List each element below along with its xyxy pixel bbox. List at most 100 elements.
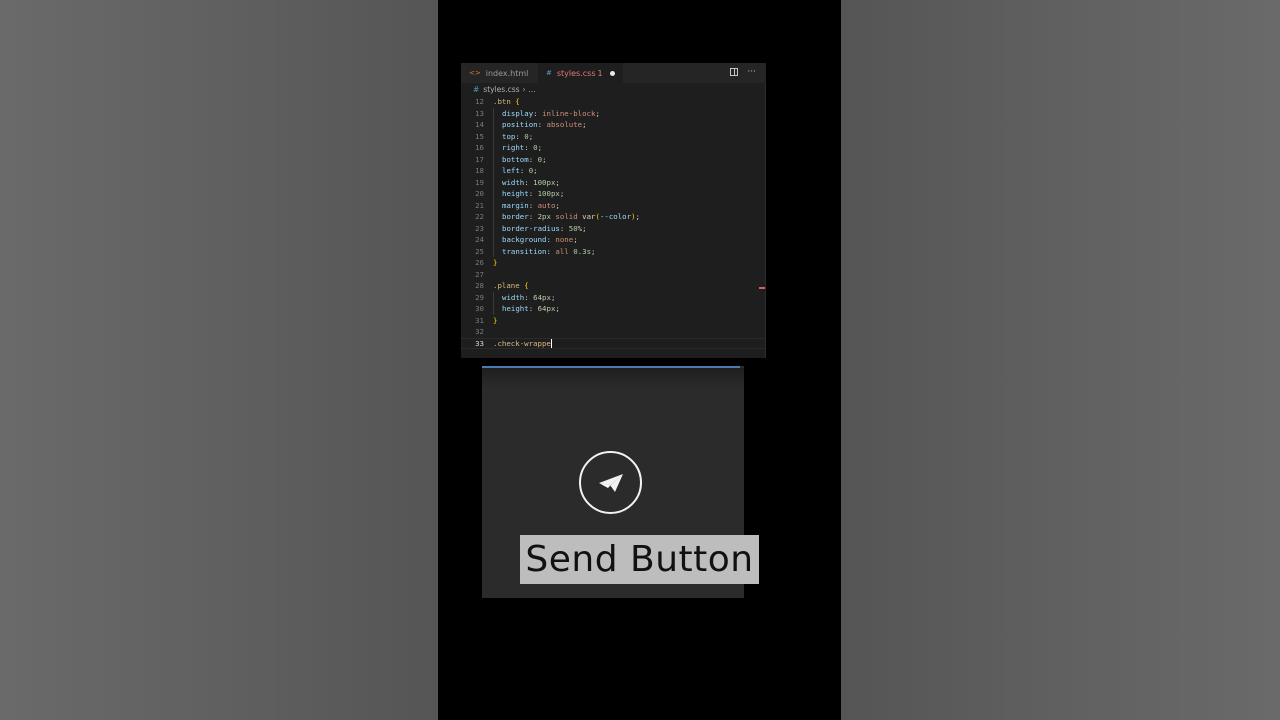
css-value: absolute: [546, 120, 583, 129]
css-variable: --color: [599, 212, 632, 221]
code-line: 17 bottom: 0;: [461, 153, 766, 165]
code-line: 12 .btn {: [461, 96, 766, 108]
video-frame: <> index.html # styles.css 1 ··· # style…: [438, 0, 841, 720]
caption-text: Send Button: [525, 539, 754, 580]
code-line: 13 display: inline-block;: [461, 107, 766, 119]
css-function: var: [582, 212, 596, 221]
line-number: 29: [475, 292, 484, 302]
css-value: solid: [555, 212, 578, 221]
code-line: 23 border-radius: 50%;: [461, 222, 766, 234]
code-area[interactable]: 12 .btn { 13 display: inline-block; 14 posi…: [461, 96, 766, 349]
css-value: 50%: [568, 223, 583, 233]
line-number: 19: [475, 177, 484, 187]
line-number: 21: [475, 200, 484, 210]
code-line: 25 transition: all 0.3s;: [461, 245, 766, 257]
css-selector: .check-wrappe: [493, 338, 551, 348]
tab-index-html[interactable]: <> index.html: [461, 63, 538, 83]
code-line: 16 right: 0;: [461, 142, 766, 154]
line-number: 22: [475, 212, 484, 221]
line-number: 27: [475, 269, 484, 279]
css-value: none: [555, 235, 574, 244]
blurred-background-left: [0, 0, 438, 720]
css-property: top: [502, 131, 516, 141]
line-number: 28: [475, 281, 484, 290]
css-selector: .plane: [493, 281, 520, 290]
css-property: width: [502, 292, 525, 302]
code-line: 28 .plane {: [461, 280, 766, 292]
open-brace: {: [524, 281, 529, 290]
css-property: display: [502, 108, 534, 118]
breadcrumb-file[interactable]: styles.css: [483, 85, 519, 94]
line-number: 26: [475, 258, 484, 267]
css-property: width: [502, 177, 525, 187]
line-number: 20: [475, 189, 484, 198]
css-file-icon: #: [546, 69, 552, 77]
css-property: position: [502, 120, 538, 129]
css-property: height: [502, 304, 529, 313]
css-file-icon: #: [473, 85, 480, 94]
line-number: 30: [475, 304, 484, 313]
breadcrumb: # styles.css › ...: [461, 83, 766, 96]
code-line: 26}: [461, 257, 766, 269]
code-line: 20 height: 100px;: [461, 188, 766, 200]
editor-tab-bar: <> index.html # styles.css 1 ···: [461, 63, 766, 83]
css-property: left: [502, 166, 520, 175]
html-file-icon: <>: [469, 69, 481, 77]
more-actions-icon[interactable]: ···: [747, 67, 756, 77]
code-line: 21 margin: auto;: [461, 199, 766, 211]
line-number: 32: [475, 327, 484, 336]
css-value: 64px: [537, 304, 556, 313]
breadcrumb-more[interactable]: ...: [529, 85, 536, 94]
css-property: right: [502, 143, 525, 152]
css-value: all: [555, 246, 569, 256]
code-editor: <> index.html # styles.css 1 ··· # style…: [461, 63, 766, 358]
css-value: 64px: [533, 292, 551, 302]
line-number: 16: [475, 143, 484, 152]
code-line: 32: [461, 326, 766, 338]
line-number: 12: [475, 97, 484, 106]
line-number: 25: [475, 246, 484, 256]
tab-styles-css[interactable]: # styles.css 1: [538, 63, 623, 83]
current-code-line[interactable]: 33 .check-wrappe: [461, 337, 766, 349]
line-number: 23: [475, 223, 484, 233]
css-value: inline-block: [542, 108, 596, 118]
preview-shadow: [482, 368, 744, 388]
css-value: 2px: [537, 212, 551, 221]
line-number: 18: [475, 166, 484, 175]
css-value: 0.3s: [573, 246, 592, 256]
line-number: 24: [475, 235, 484, 244]
css-property: bottom: [502, 154, 529, 164]
close-brace: }: [493, 315, 498, 325]
split-editor-icon[interactable]: [730, 68, 739, 76]
line-number: 15: [475, 131, 484, 141]
css-selector: .btn: [493, 97, 511, 106]
tab-label: styles.css: [556, 68, 596, 78]
video-caption: Send Button: [520, 535, 759, 584]
css-property: border-radius: [502, 223, 560, 233]
send-button[interactable]: [579, 451, 642, 514]
code-line: 18 left: 0;: [461, 165, 766, 177]
line-number: 31: [475, 315, 484, 325]
css-property: transition: [502, 246, 547, 256]
css-value: 0: [533, 143, 538, 152]
tab-label: index.html: [485, 68, 529, 78]
css-property: border: [502, 212, 529, 221]
code-line: 14 position: absolute;: [461, 119, 766, 131]
minimap-divider: [765, 83, 766, 358]
code-line: 30 height: 64px;: [461, 303, 766, 315]
code-line: 22 border: 2px solid var(--color);: [461, 211, 766, 223]
preview-accent-bar: [482, 366, 740, 368]
close-brace: }: [493, 258, 498, 267]
code-line: 29 width: 64px;: [461, 291, 766, 303]
unsaved-dot-icon[interactable]: [609, 70, 615, 76]
line-number: 13: [475, 108, 484, 118]
problem-count-badge: 1: [597, 68, 603, 78]
line-number: 17: [475, 154, 484, 164]
code-line: 19 width: 100px;: [461, 176, 766, 188]
text-cursor: [550, 339, 552, 348]
css-property: margin: [502, 200, 529, 210]
paper-plane-icon: [598, 473, 623, 492]
css-property: background: [502, 235, 547, 244]
line-number: 14: [475, 120, 484, 129]
css-property: height: [502, 189, 529, 198]
